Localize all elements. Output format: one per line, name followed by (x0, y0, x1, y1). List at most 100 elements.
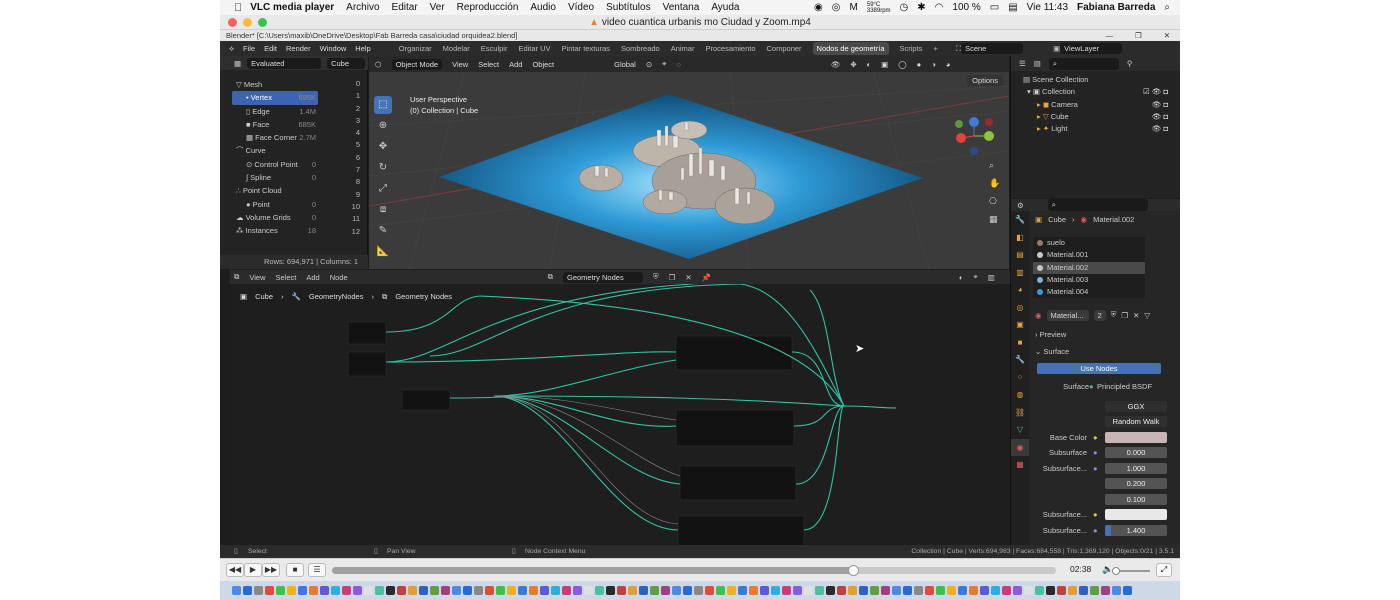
battery-icon[interactable]: ▭ (990, 2, 999, 13)
playlist-button[interactable]: ☰ (308, 563, 326, 577)
xray-icon[interactable]: ▣ (881, 60, 888, 69)
dock-app-icon[interactable] (595, 586, 604, 595)
video-frame[interactable]: Blender* [C:\Users\maxib\OneDrive\Deskto… (220, 30, 1180, 558)
proportional-edit-icon[interactable]: ◌ (676, 60, 680, 69)
bsdf-property-value[interactable]: 1.400 (1105, 524, 1167, 536)
domain-item-point[interactable]: ● Point 0 (232, 198, 318, 211)
view-layer-tab-icon[interactable]: ▥ (1011, 264, 1029, 282)
dock-app-icon[interactable] (540, 586, 549, 595)
blender-logo-icon[interactable]: ⟡ (229, 44, 234, 54)
object-field[interactable]: Cube (327, 57, 366, 69)
menu-subtitulos[interactable]: Subtítulos (606, 2, 650, 13)
dock-app-icon[interactable] (1090, 586, 1099, 595)
seek-bar[interactable] (332, 565, 1056, 576)
dock-app-icon[interactable] (870, 586, 879, 595)
dock-app-icon[interactable] (804, 586, 813, 595)
node-menu-node[interactable]: Node (330, 273, 348, 282)
material-users-count[interactable]: 2 (1093, 309, 1106, 321)
status-icon[interactable]: ◉ (814, 2, 823, 13)
dock-app-icon[interactable] (463, 586, 472, 595)
tab-rendering[interactable]: Procesamiento (705, 44, 755, 53)
dock-app-icon[interactable] (408, 586, 417, 595)
dock-app-icon[interactable] (419, 586, 428, 595)
unlink-tree-icon[interactable]: ✕ (685, 273, 691, 282)
tab-scripting[interactable]: Scripts (900, 44, 923, 53)
filter-icon[interactable]: ⚲ (1127, 59, 1133, 68)
time-machine-icon[interactable]: ◷ (900, 2, 909, 13)
scene-field[interactable]: Scene (961, 43, 1024, 54)
domain-item-control-point[interactable]: ⊙ Control Point 0 (232, 158, 318, 171)
camera-view-icon[interactable]: ⎔ (989, 197, 997, 207)
window-close-icon[interactable]: ✕ (1164, 30, 1170, 41)
outliner-scene-collection[interactable]: ▤ Scene Collection (1011, 74, 1180, 86)
node-menu-select[interactable]: Select (275, 273, 296, 282)
domain-item-instances[interactable]: ⁂ Instances 18 (232, 224, 318, 237)
dock-app-icon[interactable] (1123, 586, 1132, 595)
render-tab-icon[interactable]: ◧ (1011, 229, 1029, 247)
dock-app-icon[interactable] (529, 586, 538, 595)
eye-icon[interactable]: 👁 ◘ (1152, 123, 1168, 135)
window-restore-icon[interactable]: ❐ (1135, 30, 1142, 41)
domain-item-vertex[interactable]: • Vertex 695K (232, 91, 318, 105)
object-mode-dropdown[interactable]: Object Mode (391, 58, 443, 70)
dock-app-icon[interactable] (353, 586, 362, 595)
link-icon[interactable]: ▽ (1144, 311, 1150, 320)
rotate-tool-icon[interactable]: ↻ (374, 159, 392, 177)
menu-ver[interactable]: Ver (430, 2, 445, 13)
dock-app-icon[interactable] (793, 586, 802, 595)
material-slot[interactable]: Material.004 (1033, 286, 1145, 298)
dock-app-icon[interactable] (1046, 586, 1055, 595)
spreadsheet-editor-icon[interactable]: ▦ (234, 59, 241, 68)
measure-tool-icon[interactable]: 📐 (374, 243, 392, 261)
dock-app-icon[interactable] (320, 586, 329, 595)
dock-app-icon[interactable] (254, 586, 263, 595)
duplicate-tree-icon[interactable]: ❐ (669, 273, 676, 282)
battery-percent[interactable]: 100 % (952, 2, 980, 13)
dock-app-icon[interactable] (892, 586, 901, 595)
dock-app-icon[interactable] (342, 586, 351, 595)
dock-app-icon[interactable] (727, 586, 736, 595)
dock-app-icon[interactable] (1079, 586, 1088, 595)
dock-app-icon[interactable] (1024, 586, 1033, 595)
bluetooth-icon[interactable]: ✱ (917, 2, 925, 13)
dock-app-icon[interactable] (584, 586, 593, 595)
tab-animation[interactable]: Animar (671, 44, 695, 53)
bsdf-property-value[interactable]: 0.000 (1105, 447, 1167, 459)
menu-window[interactable]: Window (320, 44, 347, 53)
properties-editor-icon[interactable]: ⚙ (1017, 201, 1024, 210)
domain-item-volume-grids[interactable]: ☁ Volume Grids 0 (232, 211, 318, 224)
node-menu-view[interactable]: View (249, 273, 265, 282)
dock-app-icon[interactable] (716, 586, 725, 595)
constraints-tab-icon[interactable]: ⛓ (1011, 404, 1029, 422)
view-layer-field[interactable]: ViewLayer (1060, 43, 1123, 54)
tab-geometry-nodes[interactable]: Nodos de geometría (812, 42, 889, 55)
collection-tab-icon[interactable]: ▣ (1011, 316, 1029, 334)
transform-orientation-dropdown[interactable]: Global (614, 60, 636, 69)
bsdf-property-value[interactable] (1105, 509, 1167, 521)
dock-app-icon[interactable] (991, 586, 1000, 595)
cursor-tool-icon[interactable]: ⊕ (374, 117, 392, 135)
dock-app-icon[interactable] (507, 586, 516, 595)
dock-app-icon[interactable] (386, 586, 395, 595)
app-menu[interactable]: VLC media player (250, 2, 334, 13)
dock-app-icon[interactable] (375, 586, 384, 595)
outliner-editor-icon[interactable]: ☰ (1019, 59, 1026, 68)
dock-app-icon[interactable] (1035, 586, 1044, 595)
material-slot-list[interactable]: suelo Material.001 Material.002 Material.00… (1033, 237, 1145, 299)
dock-app-icon[interactable] (881, 586, 890, 595)
material-browse-icon[interactable]: ◉ (1035, 311, 1042, 320)
dock-app-icon[interactable] (430, 586, 439, 595)
breadcrumb-object[interactable]: Cube (255, 292, 273, 302)
outliner-light[interactable]: ▸ ✦ Light 👁 ◘ (1011, 123, 1180, 135)
flag-icon[interactable]: ▤ (1008, 2, 1017, 13)
tab-layout[interactable]: Organizar (399, 44, 432, 53)
snap-icon[interactable]: ⌖ (662, 59, 666, 69)
dock-app-icon[interactable] (650, 586, 659, 595)
dock-app-icon[interactable] (232, 586, 241, 595)
material-slot[interactable]: Material.002 (1033, 261, 1145, 274)
bsdf-property-value[interactable] (1105, 431, 1167, 443)
dock-app-icon[interactable] (298, 586, 307, 595)
bsdf-property-value[interactable]: 0.100 (1105, 493, 1167, 505)
duplicate-material-icon[interactable]: ❐ (1121, 311, 1128, 320)
dock-app-icon[interactable] (1057, 586, 1066, 595)
